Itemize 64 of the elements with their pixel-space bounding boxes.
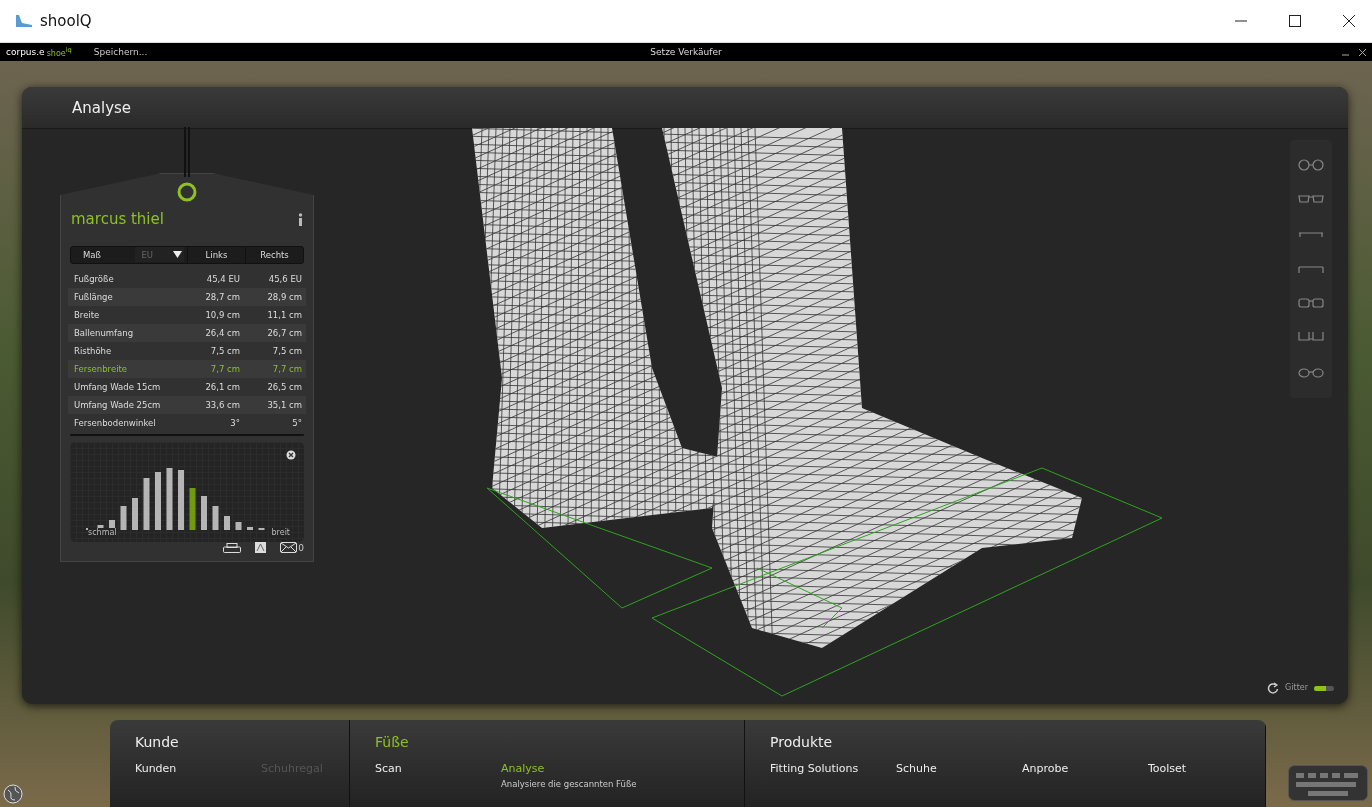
histogram-bar: [235, 521, 242, 530]
mail-icon: [280, 542, 298, 553]
caret-icon: [173, 251, 182, 259]
histogram-bar: [132, 497, 138, 530]
close-icon[interactable]: [286, 449, 296, 460]
table-row[interactable]: Fußgröße 45,4 EU 45,6 EU: [68, 269, 306, 288]
table-row[interactable]: Ballenumfang 26,4 cm 26,7 cm: [68, 323, 306, 342]
nav-item[interactable]: Anprobe: [1022, 762, 1069, 775]
histogram-bar: [143, 477, 150, 530]
customer-name: marcus thiel: [71, 210, 164, 228]
histogram-label: schmal: [88, 528, 117, 538]
glasses-icon[interactable]: [1297, 296, 1325, 311]
rotate-icon[interactable]: [1267, 682, 1280, 694]
column-header: Rechts: [245, 247, 303, 263]
column-header: Maß: [83, 249, 101, 260]
maximize-icon: [1289, 15, 1301, 27]
brand-suffix: shoe$^{iq}$: [46, 46, 72, 58]
nav-item[interactable]: Analyse: [501, 762, 545, 775]
grid-label: Gitter: [1285, 683, 1308, 693]
seller-button[interactable]: Setze Verkäufer: [650, 47, 722, 57]
section-title: Kunde: [135, 734, 180, 750]
section-title: Füße: [375, 734, 410, 750]
table-row[interactable]: Breite 10,9 cm 11,1 cm: [68, 305, 306, 324]
histogram-bar: [166, 467, 173, 530]
table-row[interactable]: Risthöhe 7,5 cm 7,5 cm: [68, 341, 306, 360]
table-row[interactable]: Umfang Wade 25cm 33,6 cm 35,1 cm: [68, 395, 306, 414]
email-button[interactable]: 0: [280, 542, 304, 553]
save-button[interactable]: Speichern...: [93, 47, 148, 57]
histogram-bar: [201, 495, 207, 530]
pdf-icon[interactable]: [255, 542, 267, 553]
histogram-label: breit: [271, 528, 290, 538]
nav-item-description: Analysiere die gescannten Füße: [501, 778, 637, 790]
shoe-logo-icon: [14, 13, 34, 29]
nav-item[interactable]: Kunden: [135, 762, 177, 775]
nav-item[interactable]: Scan: [375, 762, 402, 775]
nav-item[interactable]: Schuhe: [896, 762, 937, 775]
panel-title: Analyse: [72, 98, 132, 117]
column-header: Links: [187, 247, 245, 263]
histogram-bar: [247, 526, 253, 530]
globe-icon[interactable]: [3, 784, 23, 804]
table-row[interactable]: Umfang Wade 15cm 26,1 cm 26,5 cm: [68, 377, 306, 396]
histogram-bar: [178, 469, 184, 530]
print-icon[interactable]: [223, 542, 242, 553]
histogram-bar: [155, 471, 161, 530]
histogram-bar: [189, 487, 196, 530]
table-row[interactable]: Fersenbreite 7,7 cm 7,7 cm: [68, 359, 306, 378]
nav-item[interactable]: Fitting Solutions: [770, 762, 859, 775]
close-icon: [1343, 15, 1355, 27]
histogram-bar: [212, 505, 219, 530]
histogram-bar: [258, 527, 265, 530]
histogram-bar: [120, 505, 127, 530]
person-icon[interactable]: [298, 212, 303, 226]
section-title: Produkte: [770, 734, 834, 750]
brand-name: corpus.e: [6, 47, 45, 57]
glasses-icon[interactable]: [1297, 158, 1325, 173]
table-row[interactable]: Fußlänge 28,7 cm 28,9 cm: [68, 287, 306, 306]
keyboard-icon[interactable]: [1288, 765, 1368, 801]
window-title: shoolQ: [40, 12, 93, 30]
nav-item[interactable]: Toolset: [1148, 762, 1187, 775]
histogram-bar: [224, 515, 230, 530]
table-row[interactable]: Fersenbodenwinkel 3° 5°: [68, 413, 306, 432]
glasses-icon[interactable]: [1297, 365, 1325, 380]
grid-toggle[interactable]: [1314, 685, 1334, 691]
close-icon[interactable]: [1359, 48, 1366, 56]
